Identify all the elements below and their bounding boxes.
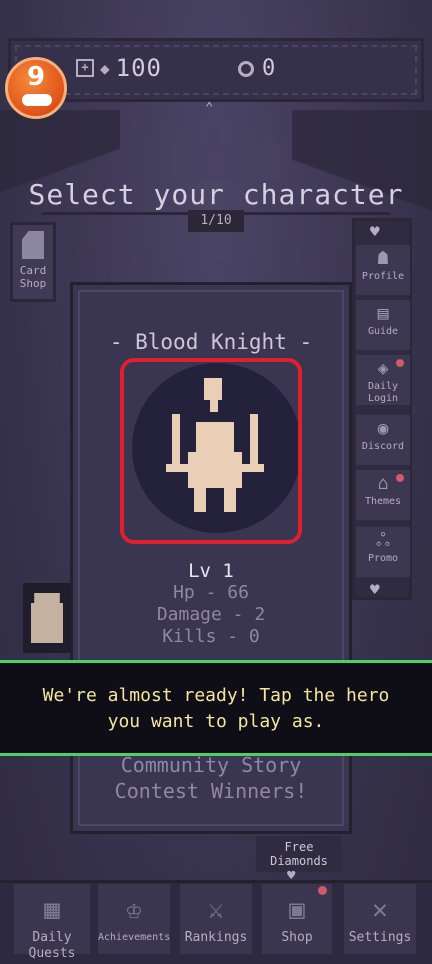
side-item-label: Guide bbox=[367, 326, 399, 337]
side-item-label: Themes bbox=[364, 496, 402, 507]
tutorial-banner: We're almost ready! Tap the hero you wan… bbox=[0, 660, 432, 756]
chevron-up-icon[interactable]: ⌃ bbox=[205, 100, 213, 116]
daily-quests-button[interactable]: ▦ Daily Quests bbox=[14, 884, 90, 961]
tutorial-highlight bbox=[120, 358, 302, 544]
free-diamonds-line-1: Free bbox=[284, 840, 314, 854]
adventurer-sprite bbox=[31, 593, 63, 643]
card-shop-label: Card Shop bbox=[19, 264, 47, 290]
currency-bar bbox=[8, 38, 424, 102]
heart-icon: ♥ bbox=[370, 222, 380, 241]
shop-label: Shop bbox=[281, 930, 313, 945]
profile-icon: ☗ bbox=[377, 248, 389, 269]
side-item-promo[interactable]: ஃ Promo bbox=[356, 527, 410, 577]
coin-count: 0 bbox=[262, 56, 276, 81]
coin-icon bbox=[238, 60, 254, 77]
diamond-icon: ◆ bbox=[100, 58, 110, 78]
app-badge-label: 9 bbox=[26, 62, 46, 92]
add-gems-icon[interactable]: + bbox=[76, 59, 94, 77]
gem-counter[interactable]: + ◆ 100 bbox=[76, 54, 162, 82]
contest-winners-link[interactable]: Community Story Contest Winners! bbox=[70, 752, 352, 804]
character-level: Lv 1 bbox=[188, 560, 234, 582]
notification-dot bbox=[318, 886, 327, 895]
daily-quests-label: Daily Quests bbox=[28, 930, 76, 961]
notification-dot bbox=[396, 359, 404, 367]
contest-line-2: Contest Winners! bbox=[114, 779, 308, 803]
card-shop-button[interactable]: Card Shop bbox=[10, 222, 56, 302]
character-damage: Damage - 2 bbox=[156, 604, 266, 625]
achievements-label: Achievements bbox=[98, 932, 171, 943]
wrench-icon: ✕ bbox=[372, 895, 388, 925]
character-kills: Kills - 0 bbox=[162, 626, 260, 647]
character-hp: Hp - 66 bbox=[173, 582, 249, 603]
gem-count: 100 bbox=[115, 54, 162, 82]
guide-icon: ▤ bbox=[377, 303, 389, 324]
side-item-guide[interactable]: ▤ Guide bbox=[356, 300, 410, 350]
discord-icon: ◉ bbox=[377, 418, 389, 439]
side-item-label: Daily Login bbox=[367, 381, 399, 404]
promo-icon: ஃ bbox=[375, 530, 391, 551]
crossed-swords-icon: ⚔ bbox=[208, 895, 224, 925]
heart-icon: ♥ bbox=[370, 580, 380, 599]
side-item-profile[interactable]: ☗ Profile bbox=[356, 245, 410, 295]
rankings-label: Rankings bbox=[184, 930, 248, 945]
free-diamonds-line-2: Diamonds bbox=[270, 854, 328, 868]
settings-label: Settings bbox=[348, 930, 412, 945]
side-item-label: Profile bbox=[361, 271, 405, 282]
achievements-button[interactable]: ♔ Achievements bbox=[98, 884, 170, 954]
side-item-label: Discord bbox=[361, 441, 405, 452]
character-name: - Blood Knight - bbox=[109, 330, 313, 354]
tutorial-line-2: you want to play as. bbox=[107, 711, 325, 732]
coin-counter: 0 bbox=[238, 56, 275, 81]
app-badge[interactable]: 9 bbox=[5, 57, 67, 119]
story-portrait[interactable] bbox=[23, 583, 71, 653]
side-item-daily-login[interactable]: ◈ Daily Login bbox=[356, 355, 410, 405]
rankings-button[interactable]: ⚔ Rankings bbox=[180, 884, 252, 954]
gift-icon: ▣ bbox=[289, 895, 305, 925]
trophy-icon: ♔ bbox=[126, 895, 142, 925]
character-stats: Lv 1 Hp - 66 Damage - 2 Kills - 0 bbox=[70, 560, 352, 648]
scroll-icon: ▦ bbox=[44, 895, 60, 925]
character-counter: 1/10 bbox=[188, 210, 244, 232]
page-title: Select your character bbox=[28, 178, 404, 211]
gamepad-icon bbox=[22, 94, 52, 106]
notification-dot bbox=[396, 474, 404, 482]
side-item-themes[interactable]: ⌂ Themes bbox=[356, 470, 410, 520]
free-diamonds-button[interactable]: Free Diamonds bbox=[256, 836, 342, 872]
tutorial-line-1: We're almost ready! Tap the hero bbox=[42, 685, 390, 706]
side-item-label: Promo bbox=[367, 553, 399, 564]
card-icon bbox=[22, 231, 44, 259]
side-item-discord[interactable]: ◉ Discord bbox=[356, 415, 410, 465]
settings-button[interactable]: ✕ Settings bbox=[344, 884, 416, 954]
